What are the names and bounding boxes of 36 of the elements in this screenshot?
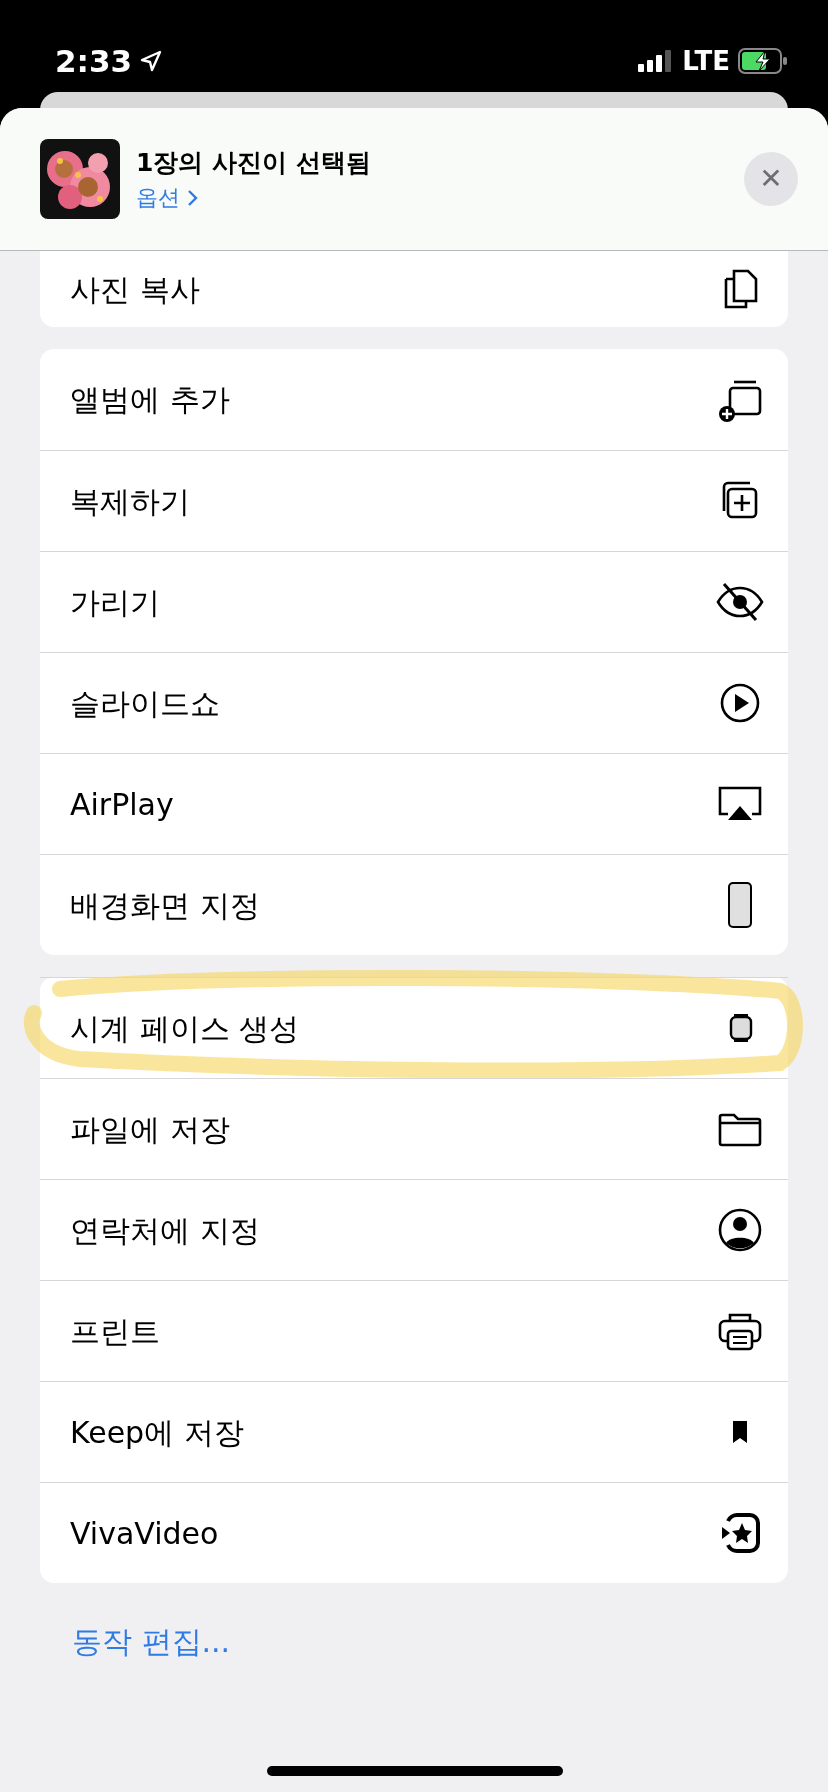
clock-time: 2:33 [55,41,133,81]
network-label: LTE [682,44,730,78]
action-label: AirPlay [70,785,174,824]
action-label: 앨범에 추가 [70,381,230,419]
action-row[interactable]: 가리기 [40,551,788,652]
action-row[interactable]: 파일에 저장 [40,1078,788,1179]
action-row[interactable]: 복제하기 [40,450,788,551]
close-button[interactable]: ✕ [744,152,798,206]
action-label: 슬라이드쇼 [70,684,220,723]
action-label: 복제하기 [70,482,190,521]
action-row[interactable]: 배경화면 지정 [40,854,788,955]
action-label: 사진 복사 [70,270,200,309]
action-label: 연락처에 지정 [70,1211,260,1250]
chevron-icon [187,189,199,208]
action-row[interactable]: 프린트 [40,1280,788,1381]
options-link[interactable]: 옵션 [136,181,728,215]
bookmark-icon [732,1420,748,1444]
action-label: 시계 페이스 생성 [70,1009,300,1048]
action-row[interactable]: Keep에 저장 [40,1381,788,1482]
action-row[interactable]: AirPlay [40,753,788,854]
action-label: 프린트 [70,1312,160,1351]
action-label: 파일에 저장 [70,1110,230,1149]
battery-icon [738,48,788,74]
edit-actions-link[interactable]: 동작 편집... [72,1619,231,1664]
action-row[interactable]: 슬라이드쇼 [40,652,788,753]
location-arrow-icon [140,50,163,72]
action-row[interactable]: 연락처에 지정 [40,1179,788,1280]
action-label: 가리기 [70,583,160,622]
action-label: VivaVideo [70,1514,219,1553]
action-row[interactable]: 사진 복사 [40,251,788,327]
action-row[interactable]: VivaVideo [40,1482,788,1583]
action-label: Keep에 저장 [70,1413,244,1452]
action-label: 배경화면 지정 [70,886,260,925]
sheet-title: 1장의 사진이 선택됨 [136,146,372,179]
action-row[interactable]: 시계 페이스 생성 [40,977,788,1078]
action-row[interactable]: 앨범에 추가 [40,349,788,450]
